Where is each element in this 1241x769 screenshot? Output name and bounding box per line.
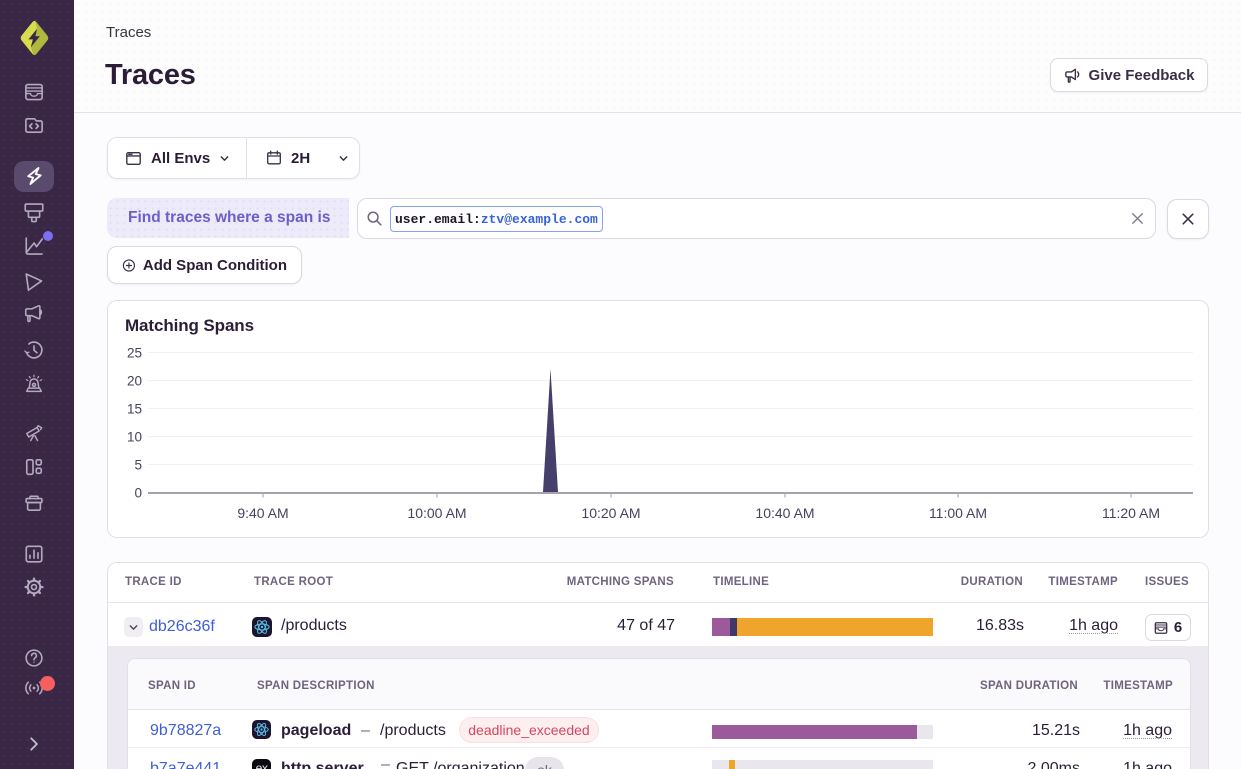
svg-text:9:40 AM: 9:40 AM [237,505,288,521]
svg-text:0: 0 [134,486,142,501]
svg-text:10:20 AM: 10:20 AM [581,505,640,521]
svg-text:10: 10 [127,430,142,445]
svg-text:11:00 AM: 11:00 AM [929,505,987,521]
svg-text:11:20 AM: 11:20 AM [1102,505,1160,521]
svg-text:25: 25 [127,346,142,361]
svg-text:10:00 AM: 10:00 AM [407,505,466,521]
svg-text:5: 5 [134,458,142,473]
svg-text:20: 20 [127,374,142,389]
svg-text:15: 15 [127,402,142,417]
svg-text:10:40 AM: 10:40 AM [755,505,814,521]
